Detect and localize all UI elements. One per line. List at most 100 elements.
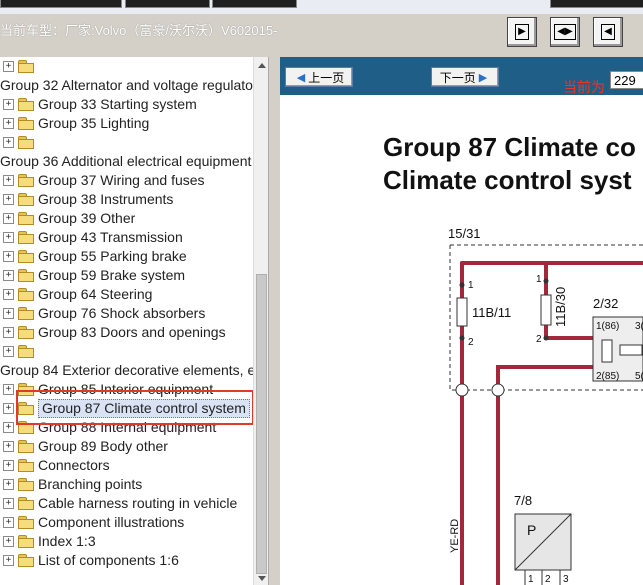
component-label-7-8: 7/8 [514, 493, 532, 508]
expand-icon[interactable]: + [3, 327, 14, 338]
pin-num-2: 2 [545, 574, 551, 585]
expand-icon[interactable]: + [3, 99, 14, 110]
pin-1b: 1 [536, 274, 542, 285]
two-page-button[interactable]: ◀▶ [550, 17, 580, 47]
tree-group-label: Group 36 Additional electrical equipment [0, 153, 252, 169]
scroll-up-icon[interactable] [258, 63, 266, 68]
expand-icon[interactable]: + [3, 194, 14, 205]
tree-row-label: Component illustrations [38, 514, 185, 530]
tree-row-label: Branching points [38, 476, 143, 492]
arrow-right-icon: ▶ [478, 71, 488, 84]
tree-row-label: Group 55 Parking brake [38, 248, 187, 264]
tree-row-label: Group 83 Doors and openings [38, 324, 226, 340]
tree-row-label: Group 38 Instruments [38, 191, 174, 207]
expand-icon[interactable]: + [3, 213, 14, 224]
wire-color-label: YE-RD [449, 519, 461, 553]
tree-row-label: Connectors [38, 457, 110, 473]
scroll-down-icon[interactable] [258, 576, 266, 581]
tree-group-label: Group 32 Alternator and voltage regulato [0, 77, 253, 93]
expand-icon[interactable]: + [3, 270, 14, 281]
current-page-label: 当前为 [563, 79, 605, 95]
pin-num-3: 3 [563, 574, 569, 585]
page-forward-icon: ▶ [515, 24, 529, 40]
component-7-8-letter: P [527, 522, 536, 538]
tree-row-label: Group 37 Wiring and fuses [38, 172, 205, 188]
tree-row-label: Group 35 Lighting [38, 115, 150, 131]
folder-icon [18, 117, 34, 130]
folder-icon [18, 478, 34, 491]
folder-icon [18, 60, 34, 73]
folder-icon [18, 288, 34, 301]
folder-icon [18, 326, 34, 339]
folder-icon [18, 174, 34, 187]
folder-icon [18, 440, 34, 453]
expand-icon[interactable]: + [3, 308, 14, 319]
page-back-icon: ◀ [601, 24, 615, 40]
expand-icon[interactable]: + [3, 479, 14, 490]
expand-icon[interactable]: + [3, 536, 14, 547]
relay-pin-86: 1(86) [596, 321, 619, 332]
wiring-diagram: 15/31 11B/11 11B/30 1 2 1 2 2/32 1(86) 2… [448, 226, 643, 585]
pin-num-1: 1 [528, 574, 534, 585]
tree-group-label: Group 84 Exterior decorative elements, e [0, 362, 253, 378]
fuse-label-11b30: 11B/30 [553, 287, 568, 327]
tree-row-label: Group 33 Starting system [38, 96, 197, 112]
tree-row-label: Group 76 Shock absorbers [38, 305, 206, 321]
document-viewer: Group 87 Climate co Climate control syst… [280, 95, 643, 585]
tree-row-label: List of components 1:6 [38, 552, 179, 568]
folder-icon [18, 98, 34, 111]
relay-coil [601, 339, 613, 363]
fuse-11b11 [456, 297, 468, 327]
vehicle-label: 当前车型：厂家:Volvo（富豪/沃尔沃）V602015- [0, 23, 278, 38]
expand-icon[interactable]: + [3, 384, 14, 395]
pin-1a: 1 [468, 280, 474, 291]
expand-icon[interactable]: + [3, 346, 14, 357]
folder-icon [18, 497, 34, 510]
folder-icon [18, 307, 34, 320]
pin-2a: 2 [468, 337, 474, 348]
page-back-button[interactable]: ◀ [593, 17, 623, 47]
folder-icon [18, 345, 34, 358]
relay-pin-5: 5( [635, 371, 643, 382]
tree-row-label: Group 43 Transmission [38, 229, 183, 245]
tree-row-label: Group 89 Body other [38, 438, 168, 454]
scroll-thumb[interactable] [256, 274, 267, 574]
expand-icon[interactable]: + [3, 232, 14, 243]
node-3 [543, 278, 549, 284]
expand-icon[interactable]: + [3, 460, 14, 471]
relay-label: 2/32 [593, 296, 618, 311]
terminal-label-15-31: 15/31 [448, 226, 481, 241]
page-number-input[interactable]: 229 [610, 71, 643, 89]
page-forward-button[interactable]: ▶ [507, 17, 537, 47]
junction-left [455, 383, 469, 397]
two-page-icon: ◀▶ [554, 24, 576, 40]
next-page-button[interactable]: 下一页 ▶ [431, 67, 499, 87]
expand-icon[interactable]: + [3, 118, 14, 129]
junction-right [491, 383, 505, 397]
arrow-left-icon: ◀ [296, 71, 306, 84]
expand-icon[interactable]: + [3, 498, 14, 509]
expand-icon[interactable]: + [3, 422, 14, 433]
prev-page-button[interactable]: ◀ 上一页 [285, 67, 353, 87]
pin-2b: 2 [536, 334, 542, 345]
folder-icon [18, 554, 34, 567]
expand-icon[interactable]: + [3, 175, 14, 186]
relay-contact [619, 344, 643, 356]
fuse-label-11b11: 11B/11 [472, 305, 511, 320]
relay-pin-85: 2(85) [596, 371, 619, 382]
expand-icon[interactable]: + [3, 441, 14, 452]
expand-icon[interactable]: + [3, 517, 14, 528]
folder-icon [18, 212, 34, 225]
expand-icon[interactable]: + [3, 555, 14, 566]
expand-icon[interactable]: + [3, 251, 14, 262]
folder-icon [18, 459, 34, 472]
expand-icon[interactable]: + [3, 61, 14, 72]
folder-icon [18, 193, 34, 206]
folder-icon [18, 535, 34, 548]
expand-icon[interactable]: + [3, 403, 14, 414]
node-2 [459, 335, 465, 341]
folder-icon [18, 136, 34, 149]
tree-scrollbar[interactable] [253, 57, 269, 585]
expand-icon[interactable]: + [3, 137, 14, 148]
expand-icon[interactable]: + [3, 289, 14, 300]
